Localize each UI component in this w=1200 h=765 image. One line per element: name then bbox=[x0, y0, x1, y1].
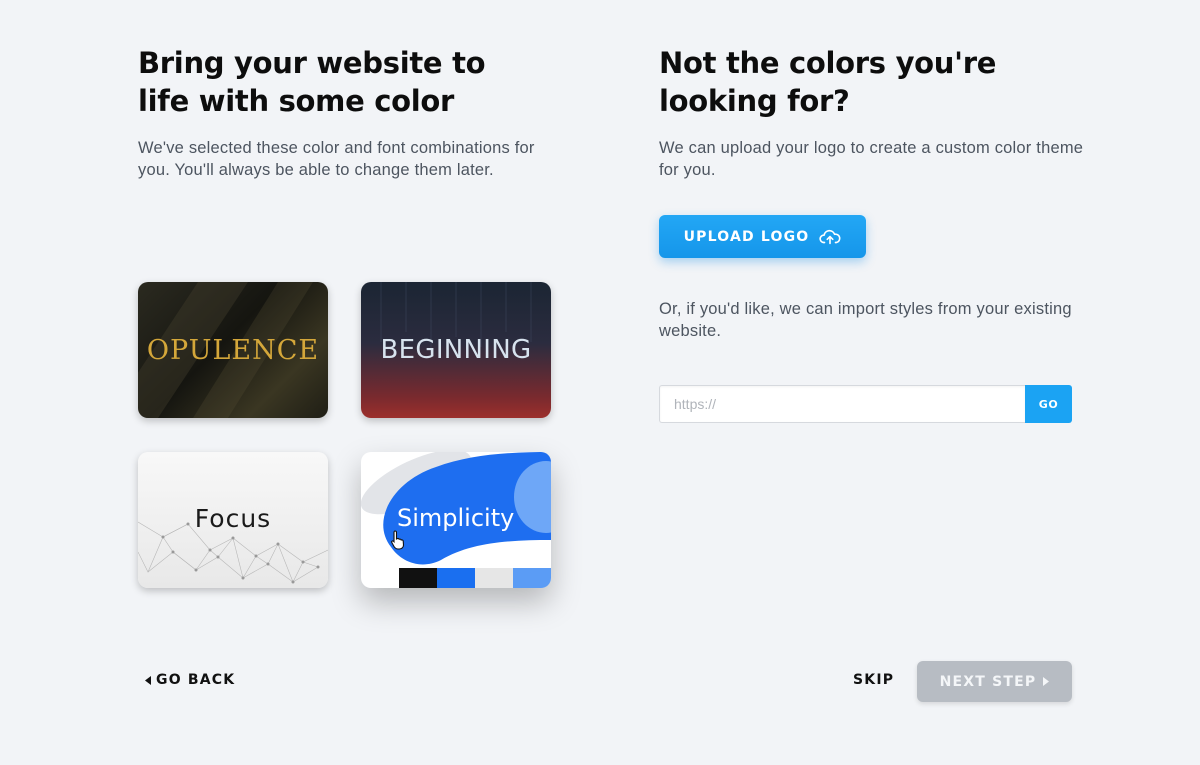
swatch-4 bbox=[513, 568, 551, 588]
hand-pointer-cursor-icon bbox=[391, 530, 405, 550]
theme-name-opulence: OPULENCE bbox=[146, 334, 320, 366]
left-title-line1: Bring your website to bbox=[138, 46, 486, 80]
skip-link[interactable]: SKIP bbox=[853, 672, 894, 688]
caret-right-icon bbox=[1043, 677, 1050, 686]
cloud-upload-icon bbox=[819, 229, 841, 244]
right-title-line1: Not the colors you're bbox=[659, 46, 997, 80]
swatch-2 bbox=[437, 568, 475, 588]
upload-logo-label: UPLOAD LOGO bbox=[683, 228, 810, 245]
theme-name-simplicity: Simplicity bbox=[397, 504, 515, 532]
caret-left-icon bbox=[145, 675, 151, 685]
theme-card-beginning[interactable]: BEGINNING bbox=[361, 282, 551, 418]
theme-name-focus: Focus bbox=[194, 503, 272, 533]
swatch-3 bbox=[475, 568, 513, 588]
left-column: Bring your website to life with some col… bbox=[138, 44, 568, 181]
right-title: Not the colors you're looking for? bbox=[659, 44, 1089, 120]
simplicity-color-swatches bbox=[399, 568, 551, 588]
theme-name-beginning: BEGINNING bbox=[380, 335, 532, 365]
next-step-button[interactable]: NEXT STEP bbox=[917, 661, 1072, 702]
upload-logo-button[interactable]: UPLOAD LOGO bbox=[659, 215, 866, 258]
import-styles-text: Or, if you'd like, we can import styles … bbox=[659, 300, 1072, 340]
left-title-line2: life with some color bbox=[138, 84, 455, 118]
left-title: Bring your website to life with some col… bbox=[138, 44, 568, 120]
go-button[interactable]: GO bbox=[1025, 385, 1072, 423]
right-column: Not the colors you're looking for? We ca… bbox=[659, 44, 1089, 181]
next-step-label: NEXT STEP bbox=[939, 673, 1037, 690]
website-url-input[interactable] bbox=[659, 385, 1025, 423]
left-description: We've selected these color and font comb… bbox=[138, 139, 535, 179]
theme-card-focus[interactable]: Focus bbox=[138, 452, 328, 588]
right-title-line2: looking for? bbox=[659, 84, 850, 118]
go-back-link[interactable]: GO BACK bbox=[145, 672, 235, 688]
right-description: We can upload your logo to create a cust… bbox=[659, 139, 1084, 179]
theme-card-opulence[interactable]: OPULENCE bbox=[138, 282, 328, 418]
go-back-label: GO BACK bbox=[156, 672, 236, 688]
swatch-1 bbox=[399, 568, 437, 588]
url-import-form: GO bbox=[659, 385, 1072, 423]
theme-card-simplicity[interactable]: Simplicity bbox=[361, 452, 551, 588]
